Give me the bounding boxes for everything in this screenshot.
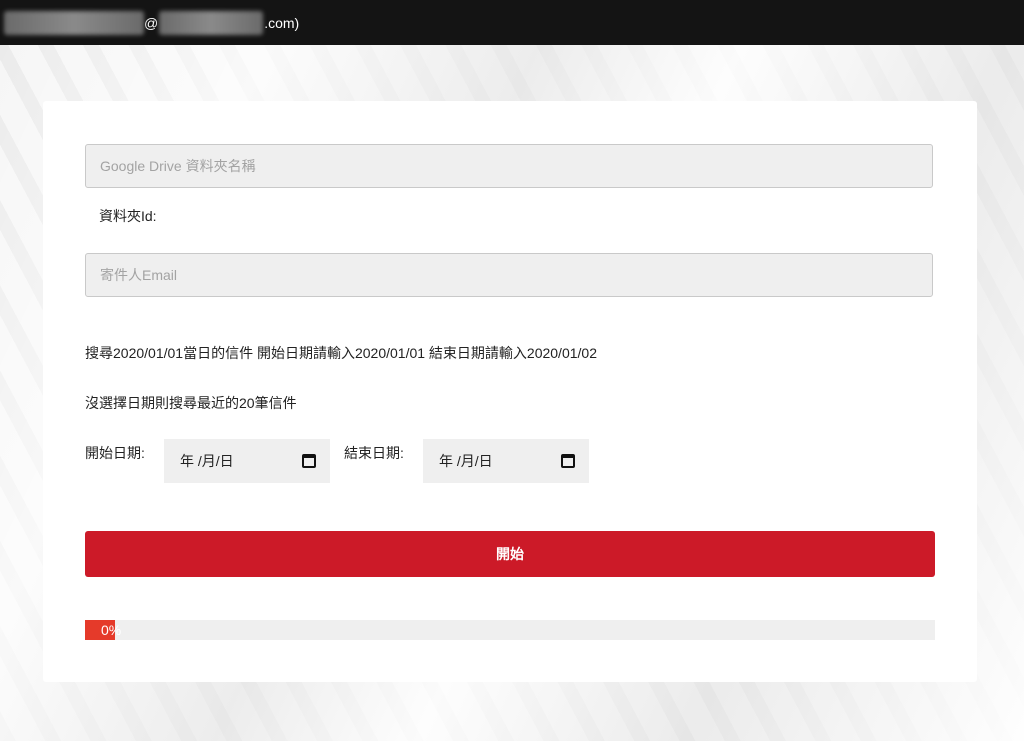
account-bar: @ .com) — [0, 0, 1024, 45]
email-at-sign: @ — [144, 14, 159, 31]
calendar-icon[interactable] — [302, 454, 316, 468]
progress-bar: 0% — [85, 620, 935, 640]
folder-id-label: 資料夾Id: — [99, 208, 157, 224]
start-date-placeholder: 年 /月/日 — [180, 453, 234, 469]
end-date-label: 結束日期: — [344, 445, 404, 461]
email-domain-suffix: .com) — [264, 14, 300, 31]
calendar-icon[interactable] — [561, 454, 575, 468]
sender-email-input[interactable] — [85, 253, 933, 297]
start-date-label: 開始日期: — [85, 445, 145, 461]
end-date-input[interactable]: 年 /月/日 — [423, 439, 589, 483]
form-card: 資料夾Id: 搜尋2020/01/01當日的信件 開始日期請輸入2020/01/… — [43, 101, 977, 682]
redacted-email-user — [4, 10, 144, 35]
start-button[interactable]: 開始 — [85, 531, 935, 577]
start-date-input[interactable]: 年 /月/日 — [164, 439, 330, 483]
default-search-hint: 沒選擇日期則搜尋最近的20筆信件 — [85, 395, 297, 411]
progress-label: 0% — [101, 622, 122, 638]
redacted-email-domain — [159, 10, 264, 35]
end-date-placeholder: 年 /月/日 — [439, 453, 493, 469]
folder-name-input[interactable] — [85, 144, 933, 188]
date-hint-text: 搜尋2020/01/01當日的信件 開始日期請輸入2020/01/01 結束日期… — [85, 345, 597, 361]
